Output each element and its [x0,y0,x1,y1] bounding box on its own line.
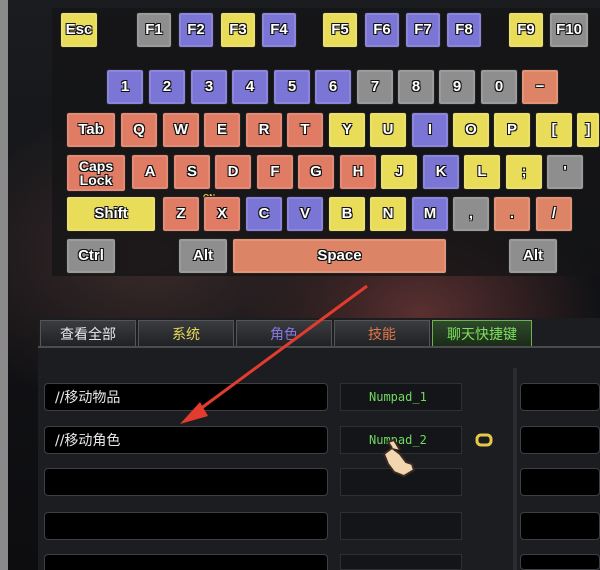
link-icon [475,433,493,447]
red-arrow-icon [180,284,368,424]
hand-cursor-icon [382,438,416,478]
